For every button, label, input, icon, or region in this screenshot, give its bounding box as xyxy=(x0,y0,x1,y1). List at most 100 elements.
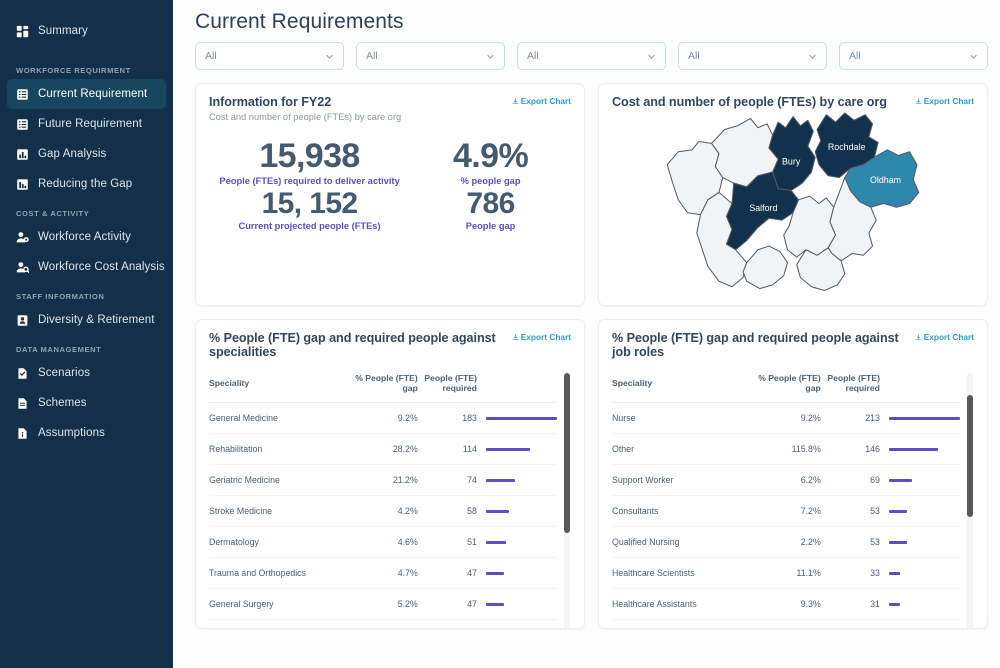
filter-dropdown-3[interactable]: All xyxy=(517,42,666,70)
export-chart-button-map[interactable]: Export Chart xyxy=(915,95,974,106)
cell-gap: 21.2% xyxy=(351,464,418,496)
kpi-group: 15,938 People (FTEs) required to deliver … xyxy=(209,138,571,231)
table-row[interactable]: General Surgery 5.2% 47 xyxy=(209,588,557,620)
cell-bar xyxy=(879,495,960,527)
sidebar-item-label: Workforce Activity xyxy=(38,231,131,243)
chevron-down-icon xyxy=(808,52,817,61)
filter-dropdown-2[interactable]: All xyxy=(356,42,505,70)
specialities-card: % People (FTE) gap and required people a… xyxy=(195,319,585,629)
scrollbar-thumb[interactable] xyxy=(967,395,973,517)
jobroles-table-scroll: Speciality% People (FTE) gap People (FTE)… xyxy=(612,373,974,629)
table-row[interactable]: Stroke Medicine 4.2% 58 xyxy=(209,495,557,527)
app-root: Summary WORKFORCE REQUIRMENT Current Requi… xyxy=(0,0,1000,668)
sidebar-item-scenarios[interactable]: Scenarios xyxy=(7,358,166,388)
table-row[interactable]: Geriatric Medicine 21.2% 74 xyxy=(209,464,557,496)
sidebar-item-label: Reducing the Gap xyxy=(38,178,133,190)
cell-gap: 9.2% xyxy=(351,402,418,434)
sidebar-item-assumptions[interactable]: Assumptions xyxy=(7,418,166,448)
table-row[interactable]: Support Worker 6.2% 69 xyxy=(612,464,960,496)
table-row[interactable]: Consultants 7.2% 53 xyxy=(612,495,960,527)
sidebar-item-label: Gap Analysis xyxy=(38,148,107,160)
export-chart-label: Export Chart xyxy=(923,96,974,106)
kpi-label: People gap xyxy=(465,221,516,232)
sidebar-item-reducing-the-gap[interactable]: Reducing the Gap xyxy=(7,169,166,199)
table-row[interactable]: Rehabilitation 28.2% 114 xyxy=(209,433,557,465)
sidebar-item-workforce-cost-analysis[interactable]: Workforce Cost Analysis xyxy=(7,252,166,282)
bar-indicator xyxy=(888,509,907,513)
sidebar-item-label: Future Requirement xyxy=(38,118,143,130)
table-row[interactable]: General Medicine 9.2% 183 xyxy=(209,402,557,434)
sidebar-section-staff-information: STAFF INFORMATION xyxy=(16,292,105,301)
sidebar-item-label: Schemes xyxy=(38,397,87,409)
file-info-icon xyxy=(16,427,29,440)
scrollbar-thumb[interactable] xyxy=(564,373,570,533)
cell-name: Rehabilitation xyxy=(209,433,352,465)
table-row[interactable]: Qualified Nursing 2.2% 53 xyxy=(612,526,960,558)
table-row[interactable]: Trauma and Orthopedics 4.7% 47 xyxy=(209,557,557,589)
cell-bar xyxy=(879,588,960,620)
cell-bar xyxy=(879,433,960,465)
specialities-card-header: % People (FTE) gap and required people a… xyxy=(209,331,571,359)
cell-gap: 4.6% xyxy=(351,526,418,558)
sidebar-item-diversity-retirement[interactable]: Diversity & Retirement xyxy=(7,305,166,335)
cell-required: 114 xyxy=(417,433,477,465)
column-header-1: Speciality xyxy=(612,373,755,403)
cell-name: General Surgery xyxy=(209,588,352,620)
sidebar-item-gap-analysis[interactable]: Gap Analysis xyxy=(7,139,166,169)
filter-value: All xyxy=(527,50,539,62)
column-header-4 xyxy=(879,373,960,403)
map-region-bury xyxy=(768,116,816,192)
sidebar-item-workforce-activity[interactable]: Workforce Activity xyxy=(7,222,166,252)
cell-gap: 5.2% xyxy=(351,588,418,620)
cell-gap: 9.3% xyxy=(754,588,821,620)
table-row[interactable]: Nurse 9.2% 213 xyxy=(612,402,960,434)
bar-indicator xyxy=(485,416,557,420)
care-org-map[interactable]: Bury Rochdale Oldham Salford xyxy=(612,111,974,296)
cell-gap: 9.2% xyxy=(754,402,821,434)
table-row[interactable]: Healthcare Assistants 9.3% 31 xyxy=(612,588,960,620)
bar-indicator xyxy=(485,602,505,606)
sidebar-item-current-requirement[interactable]: Current Requirement xyxy=(7,79,166,109)
filter-value: All xyxy=(366,50,378,62)
column-header-3: People (FTE) required xyxy=(417,373,477,403)
export-chart-button-jobroles[interactable]: Export Chart xyxy=(915,331,974,342)
kpi-2: 4.9%% people gap xyxy=(410,138,571,186)
export-chart-button-info[interactable]: Export Chart xyxy=(512,95,571,106)
dashboard-grid: Information for FY22 Cost and number of … xyxy=(185,70,988,629)
cell-gap: 4.2% xyxy=(351,495,418,527)
cell-gap: 7.2% xyxy=(754,495,821,527)
export-chart-label: Export Chart xyxy=(520,96,571,106)
cell-bar xyxy=(476,402,557,434)
table-row[interactable]: Other 115.8% 146 xyxy=(612,433,960,465)
sidebar-item-schemes[interactable]: Schemes xyxy=(7,388,166,418)
sidebar-item-summary[interactable]: Summary xyxy=(7,16,166,46)
cell-bar xyxy=(476,433,557,465)
map-card: Cost and number of people (FTEs) by care… xyxy=(598,83,988,306)
cell-bar xyxy=(476,557,557,589)
jobroles-card-title: % People (FTE) gap and required people a… xyxy=(612,331,899,359)
info-card-header: Information for FY22 Cost and number of … xyxy=(209,95,571,122)
cell-bar xyxy=(879,464,960,496)
cell-name: Nurse xyxy=(612,402,755,434)
bar-indicator xyxy=(888,447,938,451)
cell-required: 31 xyxy=(820,588,880,620)
cell-bar xyxy=(476,464,557,496)
bar-indicator xyxy=(485,571,505,575)
filter-value: All xyxy=(688,50,700,62)
cell-name: Trauma and Orthopedics xyxy=(209,557,352,589)
column-header-3: People (FTE) required xyxy=(820,373,880,403)
sidebar: Summary WORKFORCE REQUIRMENT Current Requi… xyxy=(0,0,173,668)
cell-required: 33 xyxy=(820,557,880,589)
export-chart-button-specialities[interactable]: Export Chart xyxy=(512,331,571,342)
map-region-inactive xyxy=(742,245,788,290)
sidebar-item-future-requirement[interactable]: Future Requirement xyxy=(7,109,166,139)
filter-dropdown-4[interactable]: All xyxy=(678,42,827,70)
map-label-oldham: Oldham xyxy=(870,175,901,185)
table-row[interactable]: Dermatology 4.6% 51 xyxy=(209,526,557,558)
sidebar-item-label: Summary xyxy=(38,25,88,37)
kpi-3: 15, 152 Current projected people (FTEs) xyxy=(209,187,410,231)
filter-dropdown-5[interactable]: All xyxy=(839,42,988,70)
download-icon xyxy=(512,97,519,105)
filter-dropdown-1[interactable]: All xyxy=(195,42,344,70)
table-row[interactable]: Healthcare Scientists 11.1% 33 xyxy=(612,557,960,589)
